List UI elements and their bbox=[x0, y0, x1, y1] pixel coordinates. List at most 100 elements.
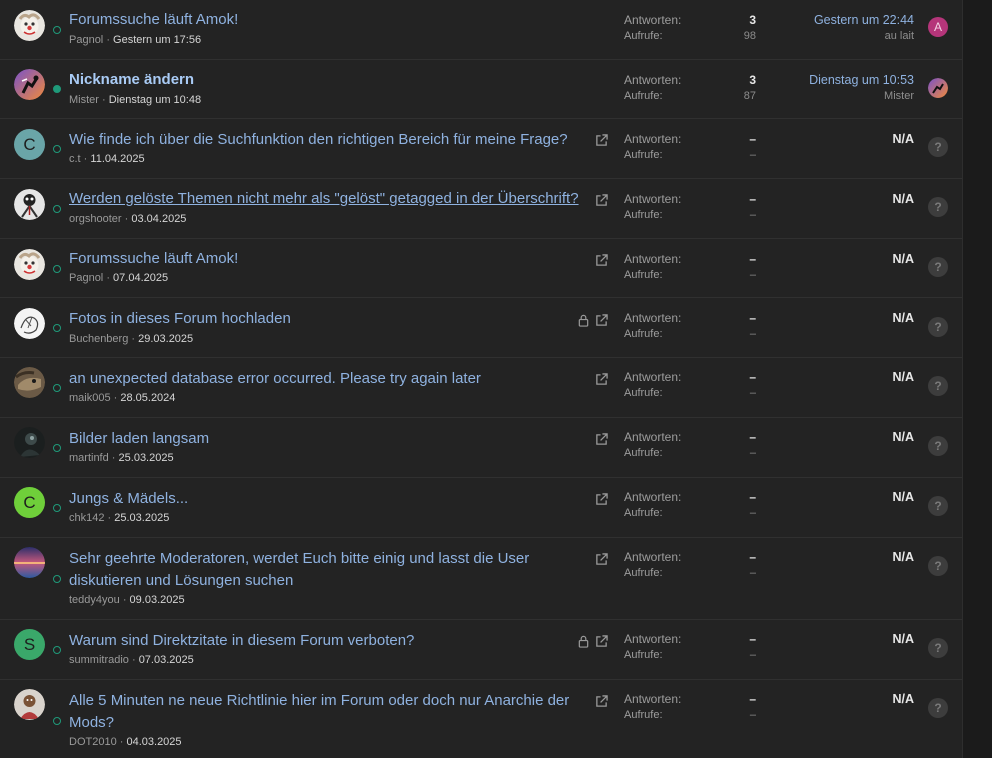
thread-row: Bilder laden langsam martinfd · 25.03.20… bbox=[0, 418, 962, 478]
replies-label: Antworten: bbox=[624, 430, 682, 444]
thread-icons bbox=[572, 693, 608, 709]
thread-stats: Antworten: – Aufrufe: – bbox=[624, 490, 756, 524]
thread-title[interactable]: an unexpected database error occurred. P… bbox=[69, 368, 579, 390]
thread-title[interactable]: Fotos in dieses Forum hochladen bbox=[69, 308, 579, 330]
external-link-icon[interactable] bbox=[595, 552, 608, 566]
views-label: Aufrufe: bbox=[624, 387, 663, 399]
last-poster-avatar[interactable]: A bbox=[928, 17, 948, 37]
views-count: – bbox=[749, 709, 756, 721]
thread-date[interactable]: 07.03.2025 bbox=[139, 654, 194, 666]
thread-author[interactable]: Pagnol bbox=[69, 34, 103, 46]
last-post-user[interactable]: Mister bbox=[770, 90, 914, 102]
replies-count: – bbox=[749, 192, 756, 206]
thread-stats: Antworten: 3 Aufrufe: 98 bbox=[624, 13, 756, 47]
thread-author[interactable]: teddy4you bbox=[69, 594, 120, 606]
last-post: N/A bbox=[770, 632, 914, 646]
letter-avatar[interactable]: C bbox=[14, 129, 45, 160]
letter-avatar[interactable]: S bbox=[14, 629, 45, 660]
dark-avatar[interactable] bbox=[14, 427, 45, 458]
replies-label: Antworten: bbox=[624, 550, 682, 564]
thread-title[interactable]: Nickname ändern bbox=[69, 69, 579, 91]
thread-date[interactable]: 11.04.2025 bbox=[90, 153, 144, 165]
external-link-icon[interactable] bbox=[595, 492, 608, 506]
views-label: Aufrufe: bbox=[624, 567, 663, 579]
thread-author[interactable]: orgshooter bbox=[69, 213, 122, 225]
thread-meta: chk142 · 25.03.2025 bbox=[69, 512, 170, 524]
external-link-icon[interactable] bbox=[595, 253, 608, 267]
thread-author[interactable]: summitradio bbox=[69, 654, 129, 666]
unknown-user-avatar: ? bbox=[928, 698, 948, 718]
views-count: – bbox=[749, 447, 756, 459]
thread-title[interactable]: Alle 5 Minuten ne neue Richtlinie hier i… bbox=[69, 690, 574, 734]
replies-count: – bbox=[749, 311, 756, 325]
views-count: – bbox=[749, 567, 756, 579]
last-post-date[interactable]: Gestern um 22:44 bbox=[770, 13, 914, 27]
thread-date[interactable]: 28.05.2024 bbox=[120, 392, 175, 404]
last-post: Dienstag um 10:53 Mister bbox=[770, 73, 914, 102]
external-link-icon[interactable] bbox=[595, 193, 608, 207]
sketch-avatar[interactable] bbox=[14, 308, 45, 339]
thread-title[interactable]: Werden gelöste Themen nicht mehr als "ge… bbox=[69, 188, 579, 210]
external-link-icon[interactable] bbox=[595, 634, 608, 648]
external-link-icon[interactable] bbox=[595, 372, 608, 386]
thread-date[interactable]: 25.03.2025 bbox=[119, 452, 174, 464]
thread-title[interactable]: Forumssuche läuft Amok! bbox=[69, 248, 579, 270]
thread-title[interactable]: Wie finde ich über die Suchfunktion den … bbox=[69, 129, 579, 151]
lock-icon bbox=[577, 635, 590, 648]
sunset-avatar[interactable] bbox=[14, 547, 45, 578]
thread-author[interactable]: DOT2010 bbox=[69, 736, 117, 748]
thread-author[interactable]: martinfd bbox=[69, 452, 109, 464]
clown-avatar[interactable] bbox=[14, 10, 45, 41]
animal-avatar[interactable] bbox=[14, 367, 45, 398]
thread-author[interactable]: c.t bbox=[69, 153, 81, 165]
skull-avatar[interactable] bbox=[14, 189, 45, 220]
thread-status-dot bbox=[53, 145, 61, 153]
thread-date[interactable]: Gestern um 17:56 bbox=[113, 34, 201, 46]
thread-author[interactable]: Pagnol bbox=[69, 272, 103, 284]
purple-figure-avatar[interactable] bbox=[14, 69, 45, 100]
thread-title[interactable]: Jungs & Mädels... bbox=[69, 488, 579, 510]
thread-title[interactable]: Warum sind Direktzitate in diesem Forum … bbox=[69, 630, 579, 652]
thread-meta: martinfd · 25.03.2025 bbox=[69, 452, 174, 464]
thread-title[interactable]: Sehr geehrte Moderatoren, werdet Euch bi… bbox=[69, 548, 569, 592]
unknown-user-avatar: ? bbox=[928, 197, 948, 217]
thread-icons bbox=[572, 312, 608, 328]
views-count: – bbox=[749, 149, 756, 161]
thread-list: Forumssuche läuft Amok! Pagnol · Gestern… bbox=[0, 0, 963, 758]
thread-date[interactable]: 07.04.2025 bbox=[113, 272, 168, 284]
external-link-icon[interactable] bbox=[595, 313, 608, 327]
last-post-date[interactable]: Dienstag um 10:53 bbox=[770, 73, 914, 87]
thread-date[interactable]: Dienstag um 10:48 bbox=[109, 94, 201, 106]
thread-author[interactable]: chk142 bbox=[69, 512, 104, 524]
replies-label: Antworten: bbox=[624, 632, 682, 646]
external-link-icon[interactable] bbox=[595, 694, 608, 708]
thread-date[interactable]: 04.03.2025 bbox=[126, 736, 181, 748]
last-post-date: N/A bbox=[892, 550, 914, 564]
thread-title[interactable]: Forumssuche läuft Amok! bbox=[69, 9, 579, 31]
thread-date[interactable]: 09.03.2025 bbox=[130, 594, 185, 606]
letter-avatar[interactable]: C bbox=[14, 487, 45, 518]
thread-date[interactable]: 25.03.2025 bbox=[114, 512, 169, 524]
thread-author[interactable]: Mister bbox=[69, 94, 99, 106]
person-avatar[interactable] bbox=[14, 689, 45, 720]
thread-icons bbox=[572, 551, 608, 567]
replies-count: – bbox=[749, 490, 756, 504]
last-poster-avatar[interactable] bbox=[928, 78, 948, 98]
external-link-icon[interactable] bbox=[595, 432, 608, 446]
thread-date[interactable]: 03.04.2025 bbox=[131, 213, 186, 225]
last-post: N/A bbox=[770, 430, 914, 444]
last-post-user[interactable]: au lait bbox=[770, 30, 914, 42]
thread-author[interactable]: maik005 bbox=[69, 392, 111, 404]
thread-row: Forumssuche läuft Amok! Pagnol · 07.04.2… bbox=[0, 239, 962, 298]
clown-avatar[interactable] bbox=[14, 249, 45, 280]
thread-date[interactable]: 29.03.2025 bbox=[138, 333, 193, 345]
thread-title[interactable]: Bilder laden langsam bbox=[69, 428, 579, 450]
thread-author[interactable]: Buchenberg bbox=[69, 333, 128, 345]
thread-icons bbox=[572, 633, 608, 649]
last-post-date: N/A bbox=[892, 692, 914, 706]
views-count: – bbox=[749, 649, 756, 661]
external-link-icon[interactable] bbox=[595, 133, 608, 147]
views-label: Aufrufe: bbox=[624, 149, 663, 161]
thread-row: Werden gelöste Themen nicht mehr als "ge… bbox=[0, 179, 962, 239]
replies-label: Antworten: bbox=[624, 13, 682, 27]
